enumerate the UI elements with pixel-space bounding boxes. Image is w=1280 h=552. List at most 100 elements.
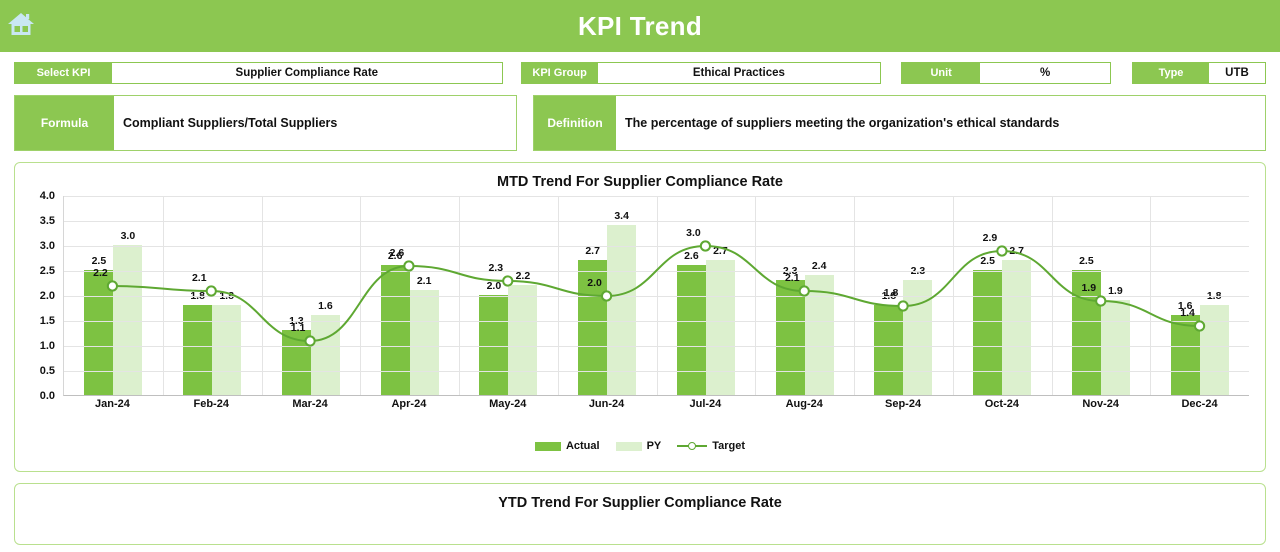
y-axis-tick: 3.5 bbox=[39, 215, 55, 227]
actual-bar[interactable]: 1.3 bbox=[281, 315, 311, 395]
type-value[interactable]: UTB bbox=[1209, 63, 1265, 83]
category-divider bbox=[755, 196, 757, 395]
y-axis-tick: 0.5 bbox=[39, 365, 55, 377]
y-axis: 0.0 0.5 1.0 1.5 2.0 2.5 3.0 3.5 4.0 bbox=[25, 190, 59, 402]
py-bar[interactable]: 2.7 bbox=[705, 245, 735, 395]
category-divider bbox=[261, 196, 263, 395]
actual-bar[interactable]: 1.8 bbox=[874, 290, 904, 395]
formula-box: Formula Compliant Suppliers/Total Suppli… bbox=[14, 95, 517, 151]
py-bar[interactable]: 2.1 bbox=[409, 275, 439, 395]
select-kpi-value[interactable]: Supplier Compliance Rate bbox=[112, 63, 502, 83]
target-value-label: 2.9 bbox=[982, 232, 998, 244]
actual-bar[interactable]: 2.0 bbox=[479, 280, 509, 395]
y-axis-tick: 1.0 bbox=[39, 340, 55, 352]
actual-bar-label: 2.0 bbox=[486, 280, 502, 292]
mtd-chart: 0.0 0.5 1.0 1.5 2.0 2.5 3.0 3.5 4.0 2.5 3.0 1.8 1.8… bbox=[25, 190, 1249, 428]
category-divider bbox=[854, 196, 855, 395]
app-header: KPI Trend bbox=[0, 0, 1280, 52]
home-button[interactable] bbox=[0, 0, 42, 48]
type-label: Type bbox=[1133, 63, 1209, 83]
legend-label-target: Target bbox=[712, 440, 746, 452]
x-axis-tick: Feb-24 bbox=[193, 398, 229, 410]
actual-bar[interactable]: 2.3 bbox=[775, 265, 805, 395]
actual-bar[interactable]: 2.6 bbox=[676, 250, 706, 395]
legend-item-target[interactable]: Target bbox=[677, 440, 745, 452]
type-field[interactable]: Type UTB bbox=[1132, 62, 1266, 84]
ytd-chart-panel: YTD Trend For Supplier Compliance Rate bbox=[14, 483, 1266, 545]
py-bar[interactable]: 2.3 bbox=[903, 265, 933, 395]
py-bar[interactable]: 2.2 bbox=[508, 270, 538, 395]
x-axis-tick: Oct-24 bbox=[984, 398, 1019, 410]
home-icon bbox=[8, 13, 34, 35]
py-bar[interactable]: 2.4 bbox=[804, 260, 834, 395]
target-value-label: 2.0 bbox=[587, 277, 602, 289]
legend-label-py: PY bbox=[646, 440, 662, 452]
definition-value: The percentage of suppliers meeting the … bbox=[616, 96, 1265, 150]
y-axis-tick: 2.0 bbox=[39, 290, 55, 302]
x-axis-tick: Dec-24 bbox=[1181, 398, 1218, 410]
kpi-group-label: KPI Group bbox=[521, 63, 598, 83]
target-value-label: 2.6 bbox=[389, 247, 405, 259]
x-axis-tick: Jan-24 bbox=[94, 398, 130, 410]
ytd-chart-title: YTD Trend For Supplier Compliance Rate bbox=[498, 495, 782, 511]
target-value-label: 2.3 bbox=[488, 262, 504, 274]
y-axis-tick: 3.0 bbox=[39, 240, 55, 252]
py-bar[interactable]: 1.6 bbox=[310, 300, 340, 395]
py-bar[interactable]: 2.7 bbox=[1002, 245, 1032, 395]
target-line-icon bbox=[677, 441, 708, 451]
actual-bar[interactable]: 2.5 bbox=[84, 255, 114, 395]
category-divider bbox=[459, 196, 460, 395]
unit-label: Unit bbox=[902, 63, 981, 83]
x-axis-tick: Jul-24 bbox=[689, 398, 722, 410]
target-value-label: 2.1 bbox=[784, 272, 800, 284]
category-divider bbox=[1051, 196, 1053, 395]
y-axis-tick: 2.5 bbox=[39, 265, 55, 277]
unit-value[interactable]: % bbox=[980, 63, 1110, 83]
x-axis-tick: Sep-24 bbox=[885, 398, 922, 410]
py-bar[interactable]: 1.8 bbox=[212, 290, 242, 395]
py-bar[interactable]: 3.4 bbox=[607, 210, 637, 395]
target-value-label: 1.8 bbox=[883, 287, 899, 299]
py-bar-label: 2.1 bbox=[416, 275, 432, 287]
py-bar-label: 3.0 bbox=[120, 230, 136, 242]
category-divider bbox=[952, 196, 954, 395]
py-swatch-icon bbox=[615, 441, 642, 451]
y-axis-tick: 1.5 bbox=[39, 315, 55, 327]
actual-bar-label: 2.6 bbox=[684, 250, 699, 262]
select-kpi-field[interactable]: Select KPI Supplier Compliance Rate bbox=[14, 62, 503, 84]
legend-item-py[interactable]: PY bbox=[615, 440, 662, 452]
legend-item-actual[interactable]: Actual bbox=[534, 440, 600, 452]
actual-bar[interactable]: 2.6 bbox=[380, 250, 410, 395]
x-axis-tick: May-24 bbox=[489, 398, 527, 410]
y-axis-tick: 0.0 bbox=[39, 390, 55, 402]
category-divider bbox=[656, 196, 658, 395]
target-value-label: 1.1 bbox=[290, 322, 306, 334]
x-axis-tick: Nov-24 bbox=[1082, 398, 1120, 410]
actual-bar[interactable]: 1.8 bbox=[183, 290, 213, 395]
filter-bar: Select KPI Supplier Compliance Rate KPI … bbox=[0, 52, 1280, 84]
definition-label: Definition bbox=[534, 96, 616, 150]
kpi-group-field[interactable]: KPI Group Ethical Practices bbox=[520, 62, 882, 84]
py-bar[interactable]: 3.0 bbox=[113, 230, 143, 395]
category-divider bbox=[162, 196, 164, 395]
actual-bar-label: 2.5 bbox=[91, 255, 107, 267]
target-value-label: 1.9 bbox=[1081, 282, 1097, 294]
kpi-group-value[interactable]: Ethical Practices bbox=[597, 63, 881, 83]
unit-field[interactable]: Unit % bbox=[901, 62, 1111, 84]
category-divider bbox=[557, 196, 559, 395]
chart-legend: Actual PY Target bbox=[15, 428, 1265, 452]
category-divider bbox=[1150, 196, 1152, 395]
definition-box: Definition The percentage of suppliers m… bbox=[533, 95, 1266, 151]
x-axis-tick: Apr-24 bbox=[391, 398, 427, 410]
py-bar[interactable]: 1.9 bbox=[1100, 285, 1130, 395]
mtd-chart-panel: MTD Trend For Supplier Compliance Rate 0… bbox=[14, 162, 1266, 472]
plot-area: 2.5 3.0 1.8 1.8 1.3 1.6 2.6 2.1 2.0 2.2 2.7 3.4 2.6 2… bbox=[63, 196, 1249, 396]
target-value-label: 2.2 bbox=[93, 267, 108, 279]
actual-bar-label: 2.5 bbox=[980, 255, 995, 267]
x-axis-tick: Jun-24 bbox=[588, 398, 625, 410]
actual-bar[interactable]: 2.5 bbox=[973, 255, 1003, 395]
py-bar[interactable]: 1.8 bbox=[1199, 290, 1229, 395]
target-value-label: 2.1 bbox=[191, 272, 207, 284]
actual-bar[interactable]: 1.6 bbox=[1170, 300, 1200, 395]
target-value-label: 3.0 bbox=[686, 227, 701, 239]
